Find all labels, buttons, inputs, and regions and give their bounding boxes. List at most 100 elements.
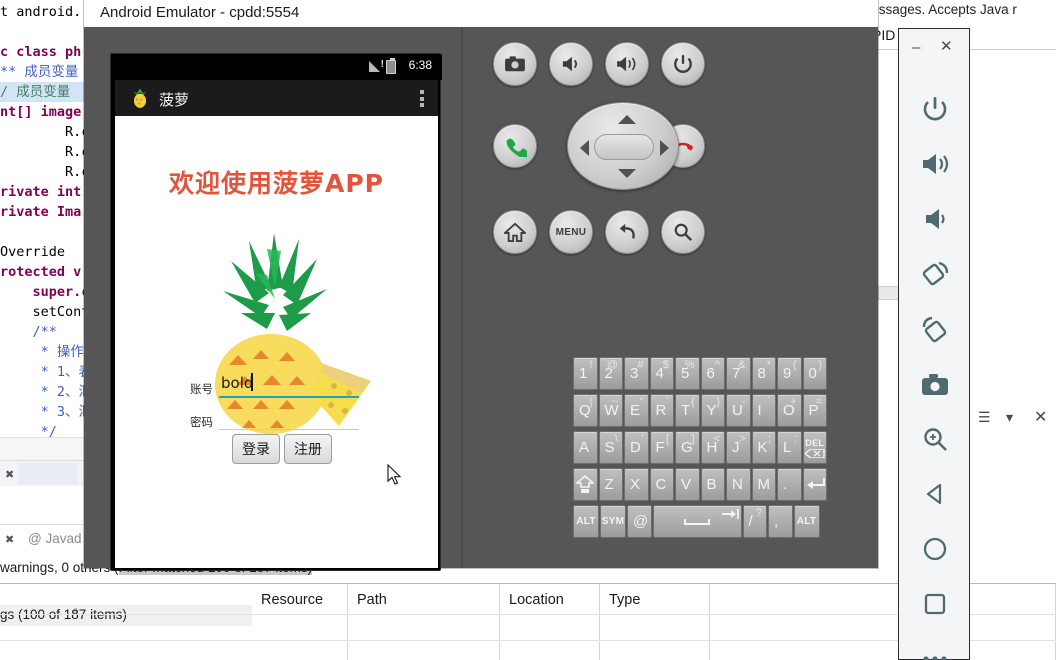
key-alt[interactable]: ALT	[573, 505, 599, 538]
key-k[interactable]: K;	[751, 431, 776, 464]
screenshot-camera-icon[interactable]	[913, 362, 957, 406]
problems-column[interactable]: Type	[600, 584, 710, 660]
key-2[interactable]: 2 @	[598, 357, 623, 390]
problems-column[interactable]: Resource	[252, 584, 348, 660]
dpad-down-icon[interactable]	[618, 169, 636, 178]
chevron-down-icon[interactable]: ▾	[1006, 409, 1013, 426]
problems-column-header[interactable]: Resource	[261, 592, 323, 608]
emulator-keyboard[interactable]: 1! 2 @3 #4 $5% 6 ^ 7 & 8 * 9(0) Q | W ~ E " R ` T{Y} U - I ´ O + P =…	[573, 357, 828, 544]
more-dots-icon[interactable]	[913, 637, 957, 660]
account-input-underline[interactable]	[219, 396, 359, 398]
key-l[interactable]: L:	[777, 431, 802, 464]
key-/[interactable]: /?	[742, 505, 767, 538]
back-triangle-icon[interactable]	[913, 472, 957, 516]
key-i[interactable]: I ´	[751, 394, 776, 427]
key-6[interactable]: 6 ^	[700, 357, 725, 390]
rotate-right-icon[interactable]	[913, 307, 957, 351]
dpad[interactable]	[567, 102, 679, 190]
menu-button[interactable]: MENU	[549, 210, 593, 254]
tab-chip[interactable]	[18, 463, 78, 485]
tab-close-icon[interactable]: ✖	[5, 468, 14, 481]
key-c[interactable]: C	[649, 468, 674, 501]
key-3[interactable]: 3 #	[624, 357, 649, 390]
power-icon[interactable]	[913, 87, 957, 131]
key-delete[interactable]: DEL	[802, 431, 827, 464]
key-j[interactable]: J >	[726, 431, 751, 464]
key-e[interactable]: E "	[624, 394, 649, 427]
zoom-in-icon[interactable]	[913, 417, 957, 461]
key-4[interactable]: 4 $	[649, 357, 674, 390]
tab-close-icon-2[interactable]: ✖	[5, 533, 14, 546]
dpad-right-icon[interactable]	[660, 140, 669, 156]
register-button[interactable]: 注册	[284, 434, 332, 464]
key-w[interactable]: W ~	[598, 394, 623, 427]
key-1[interactable]: 1!	[573, 357, 598, 390]
problems-column[interactable]: Path	[348, 584, 500, 660]
key-h[interactable]: H <	[700, 431, 725, 464]
camera-button[interactable]	[493, 42, 537, 86]
key-x[interactable]: X	[624, 468, 649, 501]
key-.[interactable]: .	[777, 468, 802, 501]
problems-column-header[interactable]: Location	[509, 592, 564, 608]
problems-column-header[interactable]: Type	[609, 592, 640, 608]
problems-column-header[interactable]: Path	[357, 592, 387, 608]
extended-controls-sidebar[interactable]: – ✕	[898, 28, 970, 660]
volume-down-icon[interactable]	[913, 197, 957, 241]
android-emulator-window[interactable]: Android Emulator - cpdd:5554 ! 6:38 菠萝 欢…	[84, 0, 878, 571]
dpad-left-icon[interactable]	[580, 140, 589, 156]
close-icon[interactable]: ✕	[940, 37, 953, 55]
key-p[interactable]: P =	[802, 394, 827, 427]
home-button[interactable]	[493, 210, 537, 254]
volume-down-button[interactable]	[549, 42, 593, 86]
key-shift[interactable]	[573, 468, 598, 501]
home-circle-icon[interactable]	[913, 527, 957, 571]
call-button[interactable]	[493, 124, 537, 168]
key-z[interactable]: Z	[598, 468, 623, 501]
key-q[interactable]: Q |	[573, 394, 598, 427]
key-0[interactable]: 0)	[802, 357, 827, 390]
key-d[interactable]: D '	[624, 431, 649, 464]
filter-icon[interactable]: ☰	[978, 409, 991, 426]
key-o[interactable]: O +	[777, 394, 802, 427]
logcat-toolbar-fragment[interactable]: ☰ ▾ ✕	[970, 400, 1056, 436]
tab-javadoc-label[interactable]: @ Javad	[28, 531, 81, 546]
password-input-underline[interactable]	[219, 429, 359, 430]
key-sym[interactable]: SYM	[600, 505, 626, 538]
minimize-icon[interactable]: –	[912, 39, 920, 56]
key-n[interactable]: N	[726, 468, 751, 501]
key-@[interactable]: @	[627, 505, 652, 538]
key-y[interactable]: Y}	[700, 394, 725, 427]
horizontal-scrollbar[interactable]	[878, 286, 900, 300]
key-space[interactable]	[652, 505, 742, 538]
key-r[interactable]: R `	[649, 394, 674, 427]
key-enter[interactable]	[802, 468, 827, 501]
key-a[interactable]: A	[573, 431, 598, 464]
key-u[interactable]: U-	[726, 394, 751, 427]
login-button[interactable]: 登录	[232, 434, 280, 464]
search-button[interactable]	[661, 210, 705, 254]
key-9[interactable]: 9(	[777, 357, 802, 390]
key-5[interactable]: 5%	[675, 357, 700, 390]
emulated-phone-screen[interactable]: ! 6:38 菠萝 欢迎使用菠萝APP 账号 bold 密码 登录 注册	[110, 53, 442, 571]
key-s[interactable]: S \	[598, 431, 623, 464]
overview-square-icon[interactable]	[913, 582, 957, 626]
overflow-menu-icon[interactable]	[420, 90, 424, 107]
account-input-value[interactable]: bold	[221, 374, 253, 392]
back-button[interactable]	[605, 210, 649, 254]
problems-column[interactable]: Location	[500, 584, 600, 660]
key-t[interactable]: T{	[675, 394, 700, 427]
key-f[interactable]: F[	[649, 431, 674, 464]
dpad-up-icon[interactable]	[618, 115, 636, 124]
key-v[interactable]: V	[675, 468, 700, 501]
key-8[interactable]: 8 *	[751, 357, 776, 390]
power-button[interactable]	[661, 42, 705, 86]
volume-up-icon[interactable]	[913, 142, 957, 186]
key-g[interactable]: G]	[675, 431, 700, 464]
close-icon[interactable]: ✕	[1034, 407, 1047, 427]
key-,[interactable]: ,	[768, 505, 793, 538]
dpad-center-button[interactable]	[594, 134, 654, 160]
volume-up-button[interactable]	[605, 42, 649, 86]
key-7[interactable]: 7 &	[726, 357, 751, 390]
key-alt[interactable]: ALT	[793, 505, 820, 538]
rotate-left-icon[interactable]	[913, 252, 957, 296]
